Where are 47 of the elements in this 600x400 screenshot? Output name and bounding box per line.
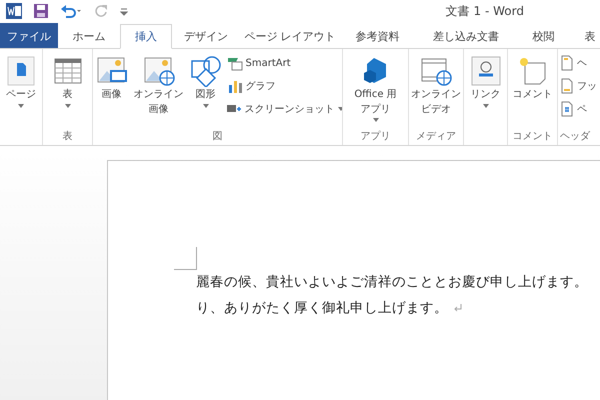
paragraph-line: り、ありがたく厚く御礼申し上げます。 bbox=[196, 295, 600, 321]
paragraph-mark-icon bbox=[454, 304, 462, 312]
window-title: 文書 1 - Word bbox=[446, 2, 524, 20]
customize-menu-icon[interactable] bbox=[120, 6, 128, 16]
ribbon-button[interactable]: グラフ bbox=[226, 76, 342, 96]
caret-icon bbox=[18, 104, 24, 108]
group-label: ヘッダ bbox=[560, 130, 592, 143]
ribbon-button[interactable]: フッ bbox=[560, 76, 597, 96]
margin-marker bbox=[174, 247, 197, 270]
ribbon-button[interactable]: SmartArt bbox=[226, 53, 342, 73]
group-label: アプリ bbox=[360, 130, 392, 143]
ribbon-tab[interactable]: 挿入 bbox=[120, 24, 172, 49]
document-icon bbox=[560, 55, 574, 71]
caret-icon bbox=[64, 104, 70, 108]
bar-chart-icon bbox=[226, 78, 242, 94]
ribbon-button[interactable]: ペ bbox=[560, 99, 597, 119]
group-label: 表 bbox=[62, 130, 74, 143]
ribbon-button[interactable]: オンライン ビデオ bbox=[410, 53, 462, 129]
caret-icon bbox=[338, 107, 342, 111]
ribbon-button[interactable]: ページ bbox=[1, 53, 41, 129]
document-icon bbox=[560, 78, 574, 94]
caret-icon bbox=[202, 104, 208, 108]
save-icon[interactable] bbox=[34, 4, 48, 18]
ribbon-button[interactable]: スクリーンショット bbox=[226, 99, 342, 119]
ribbon-button[interactable]: オンライン 画像 bbox=[132, 53, 184, 129]
ribbon-button[interactable]: Office 用 アプリ bbox=[353, 53, 398, 129]
ribbon-button[interactable]: 画像 bbox=[93, 53, 132, 129]
page-icon bbox=[5, 55, 37, 87]
shapes-icon bbox=[190, 55, 222, 87]
caret-icon bbox=[482, 104, 488, 108]
smartart-icon bbox=[226, 55, 242, 71]
ribbon-button[interactable]: ヘ bbox=[560, 53, 597, 73]
ribbon-button[interactable]: 表 bbox=[48, 53, 88, 129]
ribbon-button[interactable]: 図形 bbox=[186, 53, 226, 129]
ribbon-button[interactable]: コメント bbox=[512, 53, 554, 129]
undo-icon[interactable] bbox=[60, 4, 82, 18]
camera-icon bbox=[226, 105, 242, 113]
caret-icon bbox=[372, 118, 378, 122]
document-icon bbox=[560, 101, 574, 117]
word-logo-icon[interactable] bbox=[6, 3, 22, 19]
paragraph-line: 麗春の候、貴社いよいよご清祥のこととお慶び申し上げます。 bbox=[196, 273, 589, 292]
file-tab[interactable]: ファイル bbox=[0, 23, 58, 48]
group-label: メディア bbox=[415, 130, 457, 143]
ribbon-button[interactable]: リンク bbox=[466, 53, 506, 129]
group-label: 図 bbox=[212, 130, 224, 143]
globe-picture-icon bbox=[142, 55, 174, 87]
group-label: コメント bbox=[512, 130, 554, 143]
